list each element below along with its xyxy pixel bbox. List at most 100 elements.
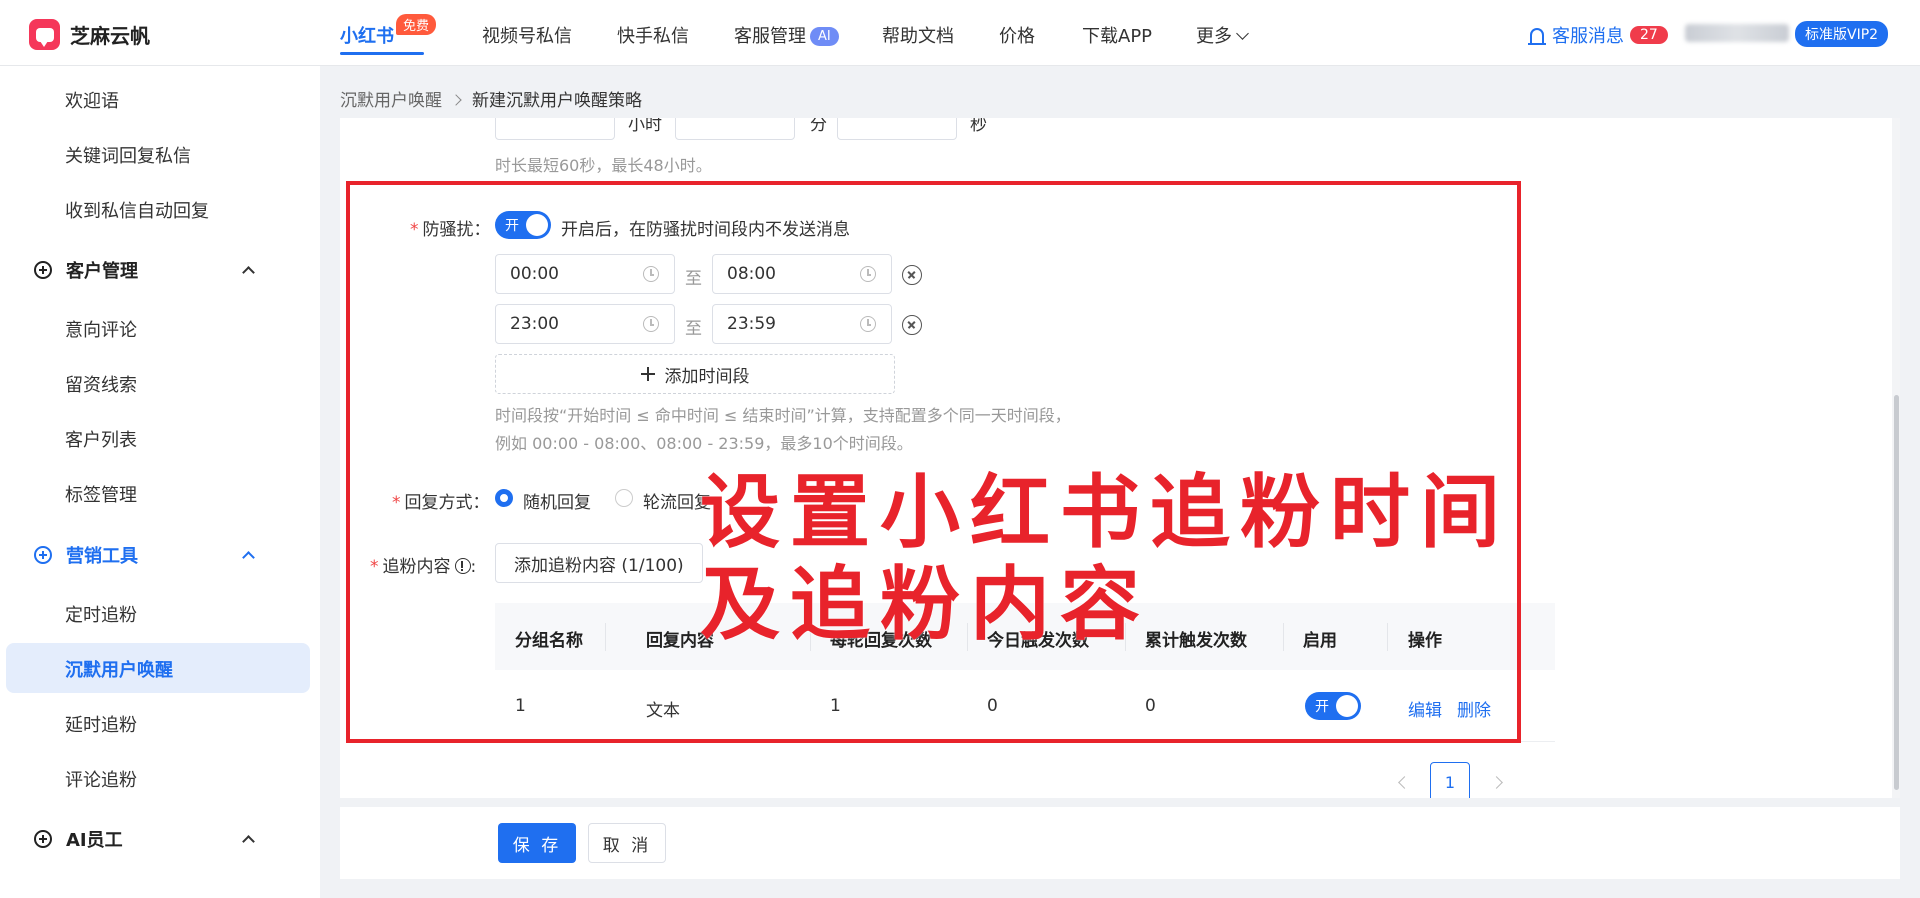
brand-logo[interactable]: 芝麻云帆: [29, 19, 150, 50]
cell-total: 0: [1145, 696, 1156, 716]
col-total: 累计触发次数: [1145, 631, 1247, 651]
dnd-description: 开启后，在防骚扰时间段内不发送消息: [561, 220, 850, 240]
customer-messages[interactable]: 客服消息 27: [1528, 22, 1668, 48]
sidebar-item-customer-list[interactable]: 客户列表: [65, 426, 137, 452]
delete-link[interactable]: 删除: [1457, 696, 1491, 721]
to-label: 至: [685, 319, 702, 339]
col-reply-content: 回复内容: [646, 631, 714, 651]
edit-link[interactable]: 编辑: [1408, 696, 1442, 721]
follow-content-table: 分组名称 回复内容 每轮回复次数 今日触发次数 累计触发次数 启用 操作 1 文…: [495, 603, 1555, 742]
nav-tab-customer-service-label: 客服管理: [734, 26, 806, 47]
chevron-right-icon: [450, 94, 462, 106]
add-period-button[interactable]: 添加时间段: [495, 354, 895, 394]
chevron-up-icon[interactable]: [242, 835, 255, 848]
nav-tab-more[interactable]: 更多: [1196, 22, 1249, 48]
minutes-unit: 分: [810, 118, 827, 135]
nav-tab-customer-service[interactable]: 客服管理 AI: [734, 22, 839, 48]
sidebar-item-leads[interactable]: 留资线索: [65, 371, 137, 397]
dnd-toggle-label: 开: [505, 218, 519, 234]
sidebar-item-intent-comments[interactable]: 意向评论: [65, 316, 137, 342]
nav-tab-download-app[interactable]: 下载APP: [1082, 22, 1152, 48]
save-button[interactable]: 保 存: [498, 823, 576, 863]
dnd-hint-line2: 例如 00:00 - 08:00、08:00 - 23:59，最多10个时间段。: [495, 434, 913, 453]
vip-badge[interactable]: 标准版VIP2: [1795, 21, 1889, 47]
account-name-blurred[interactable]: [1685, 24, 1789, 42]
chevron-down-icon: [1236, 27, 1249, 40]
radio-random-reply[interactable]: [495, 489, 513, 507]
row-toggle-label: 开: [1315, 699, 1329, 715]
seconds-input[interactable]: [837, 118, 957, 140]
clock-icon: [860, 316, 876, 332]
breadcrumb: 沉默用户唤醒 新建沉默用户唤醒策略: [340, 86, 642, 111]
col-today: 今日触发次数: [987, 631, 1089, 651]
sidebar-item-welcome[interactable]: 欢迎语: [65, 87, 119, 113]
cell-group: 1: [515, 696, 526, 716]
row-enable-toggle[interactable]: 开: [1305, 692, 1361, 720]
breadcrumb-current: 新建沉默用户唤醒策略: [472, 91, 642, 111]
page-current[interactable]: 1: [1430, 762, 1470, 798]
heart-plus-icon: [34, 546, 52, 564]
breadcrumb-parent[interactable]: 沉默用户唤醒: [340, 91, 442, 111]
dnd-toggle[interactable]: 开: [495, 211, 551, 239]
duration-row: 小时 分 秒: [340, 118, 1540, 144]
sidebar-item-tag-management[interactable]: 标签管理: [65, 481, 137, 507]
dnd-hint-line1: 时间段按“开始时间 ≤ 命中时间 ≤ 结束时间”计算，支持配置多个同一天时间段，: [495, 406, 1071, 425]
nav-tab-help-docs[interactable]: 帮助文档: [882, 22, 954, 48]
top-navigation-bar: 芝麻云帆 小红书 免费 视频号私信 快手私信 客服管理 AI 帮助文档 价格 下载…: [0, 0, 1920, 66]
add-follow-content-button[interactable]: 添加追粉内容 (1/100): [495, 543, 703, 583]
chat-bubble-icon: [29, 19, 60, 50]
cell-content: 文本: [646, 701, 680, 721]
plus-icon: [640, 367, 655, 381]
sidebar-group-label: AI员工: [66, 830, 123, 851]
scrollbar-thumb[interactable]: [1894, 395, 1899, 790]
hours-input[interactable]: [495, 118, 615, 140]
chevron-up-icon[interactable]: [242, 551, 255, 564]
minutes-input[interactable]: [675, 118, 795, 140]
nav-tab-kuaishou-dm[interactable]: 快手私信: [617, 22, 689, 48]
clock-icon: [643, 266, 659, 282]
prev-page-icon[interactable]: [1398, 776, 1411, 789]
sidebar-group-marketing-tools[interactable]: 营销工具: [34, 542, 138, 568]
radio-rotate-reply[interactable]: [615, 489, 633, 507]
sidebar: 欢迎语 关键词回复私信 收到私信自动回复 客户管理 意向评论 留资线索 客户列表…: [0, 66, 320, 898]
duration-hint: 时长最短60秒，最长48小时。: [495, 156, 712, 175]
strategy-form-card: 小时 分 秒 时长最短60秒，最长48小时。 * 防骚扰： 开 开启后，在防骚扰时…: [340, 118, 1900, 798]
chevron-up-icon[interactable]: [242, 266, 255, 279]
add-period-label: 添加时间段: [664, 366, 750, 387]
info-icon[interactable]: [454, 558, 471, 574]
nav-tab-pricing[interactable]: 价格: [999, 22, 1035, 48]
sidebar-item-silent-user-wakeup[interactable]: 沉默用户唤醒: [65, 656, 173, 682]
message-count-badge: 27: [1630, 26, 1668, 44]
table-row: 1 文本 1 0 0 开 编辑 删除: [495, 670, 1555, 742]
nav-tab-more-label: 更多: [1196, 26, 1232, 47]
nav-tab-xiaohongshu[interactable]: 小红书: [340, 22, 394, 48]
clock-icon: [643, 316, 659, 332]
form-footer: 保 存 取 消: [340, 807, 1900, 879]
next-page-icon[interactable]: [1490, 776, 1503, 789]
sidebar-item-auto-reply[interactable]: 收到私信自动回复: [65, 197, 209, 223]
random-reply-label[interactable]: 随机回复: [523, 488, 591, 513]
brand-name: 芝麻云帆: [70, 24, 150, 48]
free-badge: 免费: [396, 14, 437, 35]
nav-tab-channels-dm[interactable]: 视频号私信: [482, 22, 572, 48]
sidebar-item-keyword-reply[interactable]: 关键词回复私信: [65, 142, 191, 168]
toggle-knob: [1336, 695, 1358, 717]
seconds-unit: 秒: [970, 118, 987, 135]
follow-content-label-text: 追粉内容: [382, 557, 451, 577]
sidebar-item-delayed-follow[interactable]: 延时追粉: [65, 711, 137, 737]
sidebar-group-customer-management[interactable]: 客户管理: [34, 257, 138, 283]
clock-icon: [860, 266, 876, 282]
rotate-reply-label[interactable]: 轮流回复: [643, 488, 711, 513]
cancel-button[interactable]: 取 消: [588, 823, 666, 863]
active-tab-underline: [340, 52, 424, 55]
ai-badge: AI: [810, 27, 839, 46]
cell-per-round: 1: [830, 696, 841, 716]
col-per-round: 每轮回复次数: [830, 631, 932, 651]
col-group-name: 分组名称: [515, 631, 583, 651]
dnd-label-text: 防骚扰: [422, 220, 474, 240]
sidebar-item-comment-follow[interactable]: 评论追粉: [65, 766, 137, 792]
remove-period-2-icon[interactable]: [902, 315, 922, 335]
sidebar-group-ai-staff[interactable]: AI员工: [34, 826, 123, 852]
remove-period-1-icon[interactable]: [902, 265, 922, 285]
sidebar-item-scheduled-follow[interactable]: 定时追粉: [65, 601, 137, 627]
